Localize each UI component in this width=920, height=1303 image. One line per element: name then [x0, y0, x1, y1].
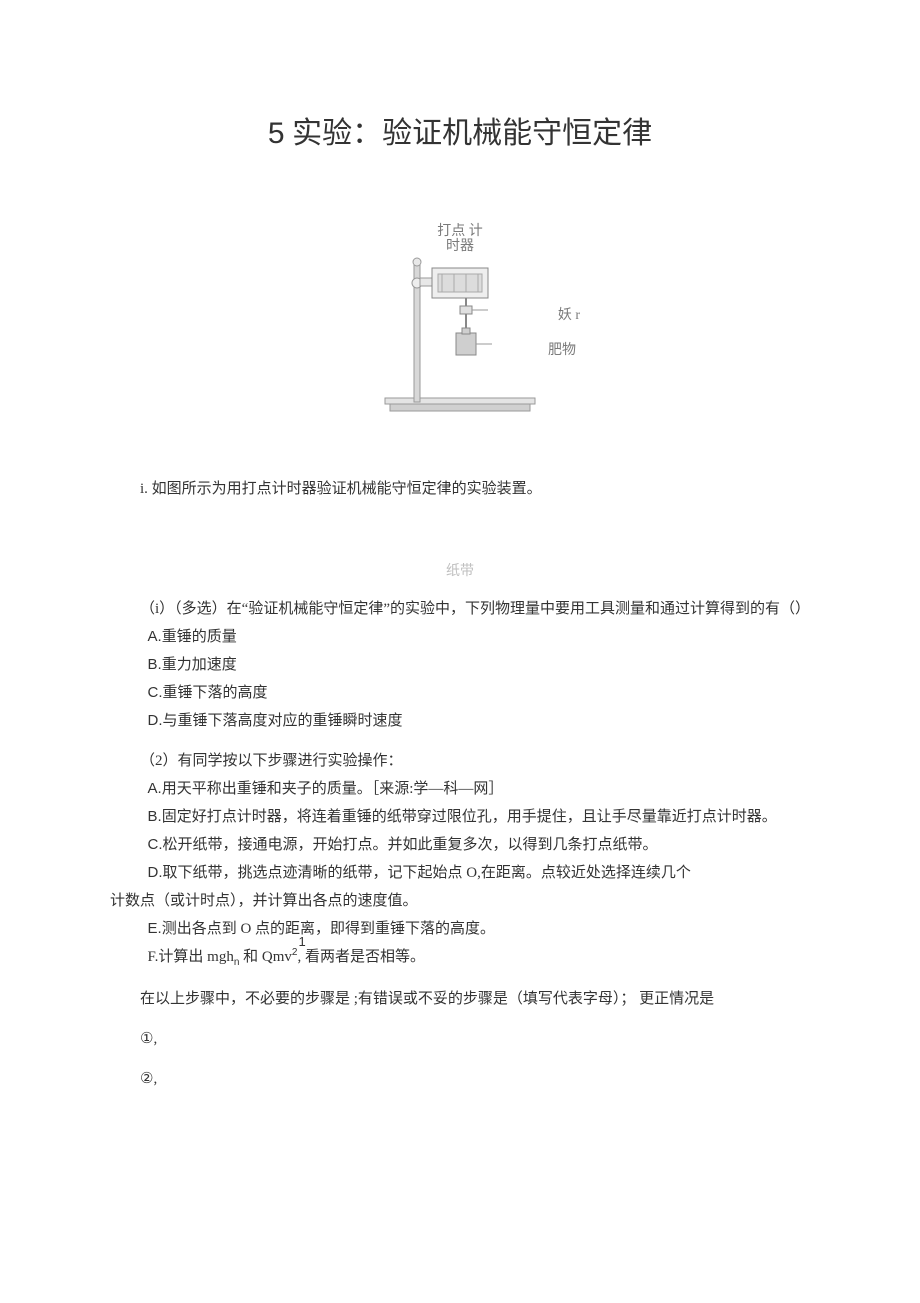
q2-step-d-tail: 计数点（或计时点），并计算出各点的速度值。: [110, 889, 810, 913]
figure-label-timer: 打点 计 时器: [437, 224, 483, 255]
intro-text: i. 如图所示为用打点计时器验证机械能守恒定律的实验装置。: [110, 477, 810, 501]
q1-option-c: C.重锤下落的高度: [110, 681, 810, 705]
q2-step-f: 1 F.计算出 mghn 和 Qmv2, 看两者是否相等。: [110, 945, 810, 971]
q1-option-a: A.重锤的质量: [110, 625, 810, 649]
title-number: 5: [268, 117, 285, 150]
q2-step-a: A.用天平称出重锤和夹子的质量。［来源:学—科—网］: [110, 777, 810, 801]
apparatus-figure: 打点 计 时器 妖 r 肥物: [110, 228, 810, 437]
blank-2: ②,: [110, 1067, 810, 1091]
q1-option-d: D.与重锤下落高度对应的重锤瞬时速度: [110, 709, 810, 733]
blank-1: ①,: [110, 1027, 810, 1051]
q1-option-b: B.重力加速度: [110, 653, 810, 677]
q2-step-e: E.测出各点到 O 点的距离，即得到重锤下落的高度。: [110, 917, 810, 941]
q2-stem: （2）有同学按以下步骤进行实验操作：: [110, 749, 810, 773]
tail-instruction: 在以上步骤中，不必要的步骤是 ;有错误或不妥的步骤是（填写代表字母）； 更正情况…: [110, 987, 810, 1011]
tape-caption: 纸带: [110, 561, 810, 583]
q1-stem: （i）（多选）在“验证机械能守恒定律”的实验中，下列物理量中要用工具测量和通过计…: [110, 597, 810, 621]
figure-label-clip: 妖 r: [558, 308, 580, 323]
title-text: 实验：验证机械能守恒定律: [292, 117, 652, 150]
q2-step-b: B.固定好打点计时器，将连着重锤的纸带穿过限位孔，用手提住，且让手尽量靠近打点计…: [110, 805, 810, 829]
fraction-one: 1: [299, 932, 306, 953]
apparatus-svg: [370, 228, 550, 428]
page-title: 5 实验：验证机械能守恒定律: [110, 110, 810, 158]
figure-label-mass: 肥物: [548, 343, 576, 358]
q2-step-c: C.松开纸带，接通电源，开始打点。并如此重复多次，以得到几条打点纸带。: [110, 833, 810, 857]
q2-step-d: D.取下纸带，挑选点迹清晰的纸带，记下起始点 O,在距离。点较近处选择连续几个: [110, 861, 810, 885]
